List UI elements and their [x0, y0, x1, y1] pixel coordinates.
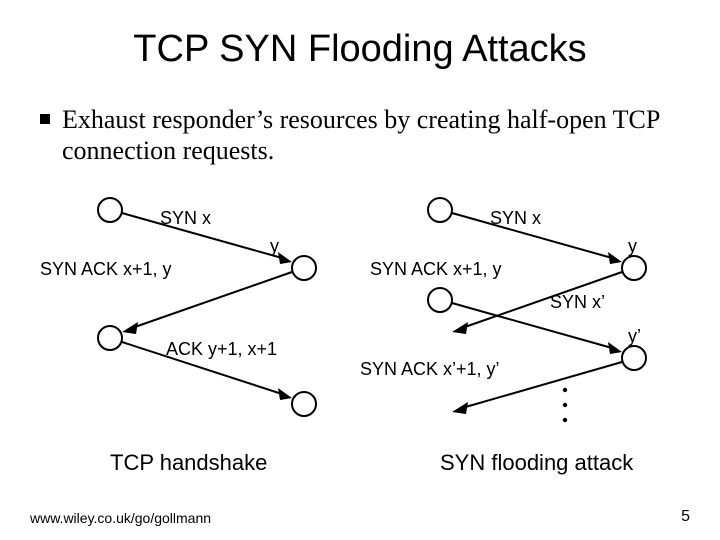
label-syn-x-prime: SYN x’	[550, 292, 605, 312]
label-syn-ack: SYN ACK x+1, y	[40, 259, 172, 279]
arrowhead-icon	[608, 342, 622, 354]
handshake-diagram: SYN x y SYN ACK x+1, y ACK y+1, x+1 SYN …	[0, 180, 720, 480]
slide-title: TCP SYN Flooding Attacks	[0, 28, 720, 71]
caption-tcp-handshake: TCP handshake	[110, 450, 267, 476]
arrowhead-icon	[278, 252, 292, 264]
label-y-r: y	[628, 236, 637, 256]
node-icon	[428, 198, 452, 222]
node-icon	[98, 198, 122, 222]
arrowhead-icon	[122, 322, 138, 334]
caption-syn-flooding: SYN flooding attack	[440, 450, 633, 476]
label-ack: ACK y+1, x+1	[166, 339, 277, 359]
page-number: 5	[681, 508, 690, 526]
label-y: y	[270, 236, 279, 256]
bullet-text: Exhaust responder’s resources by creatin…	[62, 105, 659, 165]
arrowhead-icon	[278, 388, 292, 400]
arrowhead-icon	[608, 252, 622, 264]
bullet-marker-icon	[40, 114, 50, 124]
bullet-item: Exhaust responder’s resources by creatin…	[62, 104, 670, 166]
label-syn-ack-r: SYN ACK x+1, y	[370, 259, 502, 279]
node-icon	[292, 256, 316, 280]
arrow-line	[132, 272, 292, 328]
node-icon	[292, 392, 316, 416]
dot-icon	[563, 418, 567, 422]
node-icon	[98, 326, 122, 350]
dot-icon	[563, 403, 567, 407]
slide: TCP SYN Flooding Attacks Exhaust respond…	[0, 0, 720, 540]
arrowhead-icon	[452, 322, 468, 334]
node-icon	[622, 346, 646, 370]
dot-icon	[563, 388, 567, 392]
footer-url: www.wiley.co.uk/go/gollmann	[30, 510, 211, 526]
label-syn-ack-prime: SYN ACK x’+1, y’	[360, 359, 500, 379]
node-icon	[428, 288, 452, 312]
label-y-prime: y’	[628, 326, 641, 346]
node-icon	[622, 256, 646, 280]
arrowhead-icon	[452, 402, 468, 414]
